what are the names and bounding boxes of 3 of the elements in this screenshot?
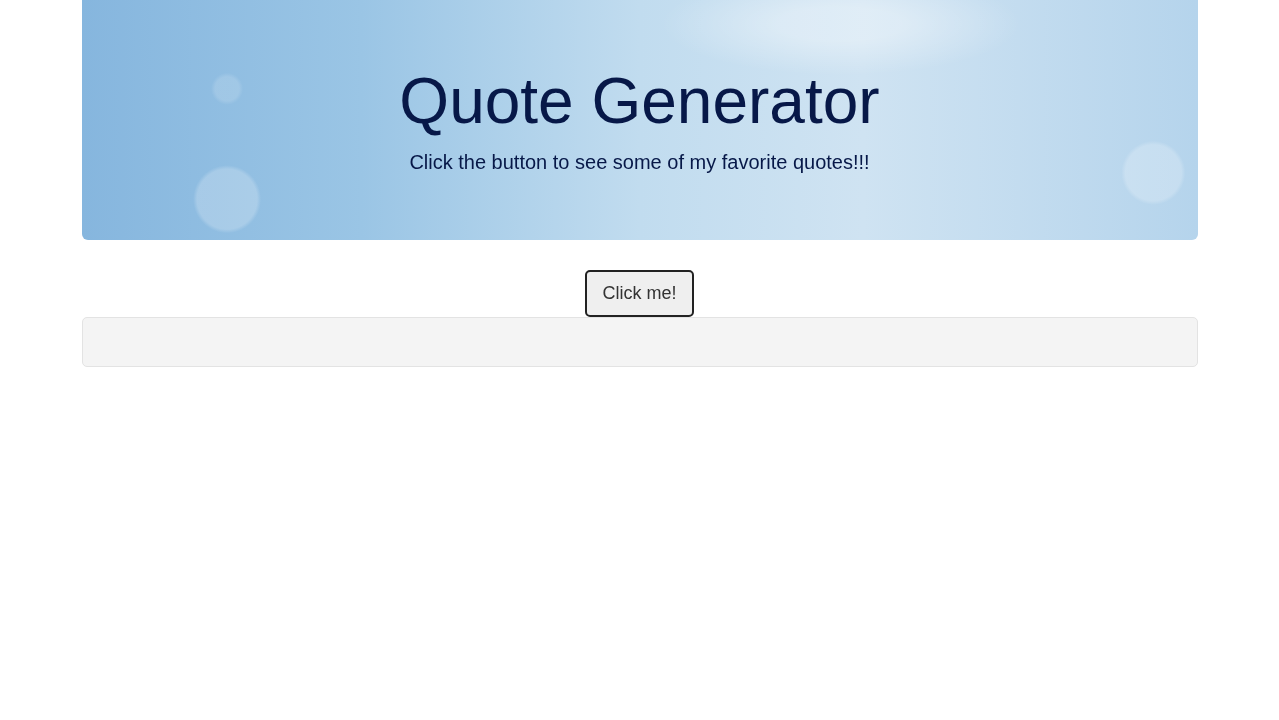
page-title: Quote Generator <box>398 64 881 139</box>
click-me-button[interactable]: Click me! <box>585 270 694 318</box>
subtitle: Click the button to see some of my favorite quotes!!! <box>408 150 871 175</box>
